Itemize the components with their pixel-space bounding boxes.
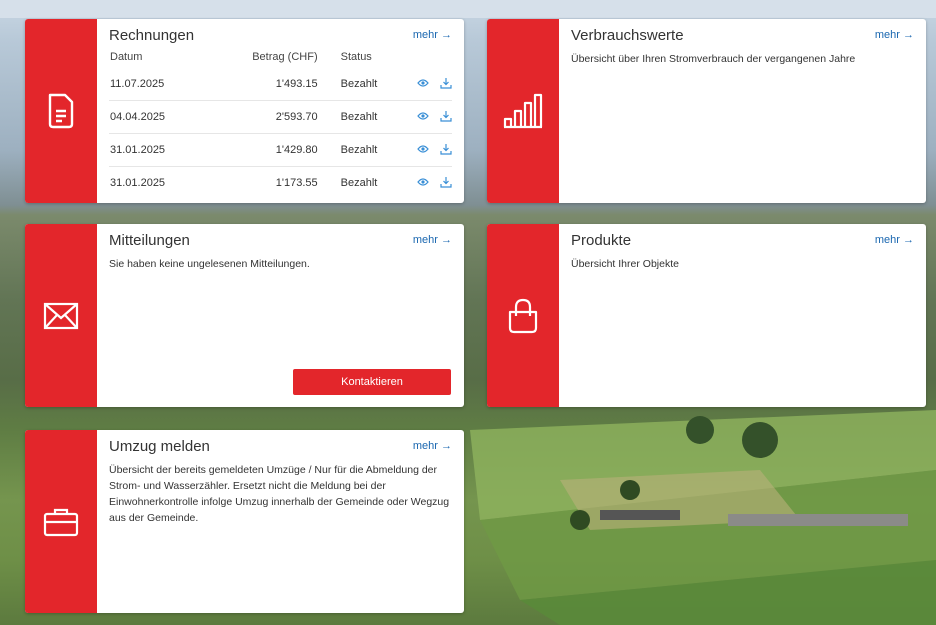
invoice-actions — [401, 133, 452, 167]
verbrauchswerte-card: Verbrauchswerte mehr → Übersicht über Ih… — [487, 19, 926, 203]
mitteilungen-card: Mitteilungen mehr → Sie haben keine unge… — [25, 224, 464, 407]
eye-icon[interactable] — [417, 144, 429, 157]
column-status: Status — [340, 51, 372, 63]
invoice-actions — [401, 100, 452, 134]
umzug-sidebar — [25, 430, 97, 613]
invoice-status: Bezahlt — [339, 68, 401, 101]
eye-icon[interactable] — [417, 177, 429, 190]
umzug-title: Umzug melden — [109, 437, 210, 455]
produkte-title: Produkte — [571, 231, 632, 249]
download-icon[interactable] — [440, 143, 452, 158]
rechnungen-content: Rechnungen mehr → Datum Betrag (CHF) Sta… — [97, 19, 464, 203]
mitteilungen-sidebar — [25, 224, 97, 407]
invoice-actions — [401, 68, 452, 101]
invoice-date: 11.07.2025 — [109, 68, 200, 101]
column-betrag: Betrag (CHF) — [252, 51, 318, 63]
invoice-amount: 1'429.80 — [199, 133, 340, 167]
mitteilungen-more-link[interactable]: mehr → — [413, 234, 452, 246]
mitteilungen-title: Mitteilungen — [109, 231, 190, 249]
download-icon[interactable] — [440, 176, 452, 191]
eye-icon[interactable] — [417, 78, 429, 91]
document-icon — [48, 93, 74, 129]
produkte-description: Übersicht Ihrer Objekte — [571, 258, 679, 270]
rechnungen-card: Rechnungen mehr → Datum Betrag (CHF) Sta… — [25, 19, 464, 203]
invoice-date: 31.01.2025 — [110, 177, 166, 189]
table-row: 31.01.2025 1'173.55 Bezahlt — [109, 167, 452, 200]
rechnungen-title: Rechnungen — [109, 26, 195, 44]
umzug-content: Umzug melden mehr → Übersicht der bereit… — [97, 430, 464, 613]
rechnungen-sidebar — [25, 19, 97, 203]
verbrauchswerte-title: Verbrauchswerte — [571, 26, 684, 44]
mitteilungen-content: Mitteilungen mehr → Sie haben keine unge… — [97, 224, 464, 407]
bar-chart-icon — [503, 93, 543, 129]
invoice-status: Bezahlt — [340, 177, 378, 189]
column-datum: Datum — [110, 51, 143, 63]
umzug-description: Übersicht der bereits gemeldeten Umzüge … — [109, 464, 450, 524]
invoice-actions — [401, 167, 452, 200]
invoice-status: Bezahlt — [339, 100, 401, 134]
invoice-amount: 1'493.15 — [199, 68, 340, 101]
verbrauchswerte-more-link[interactable]: mehr → — [875, 29, 914, 41]
table-row: 04.04.2025 2'593.70 Bezahlt — [109, 100, 452, 134]
column-actions — [401, 46, 452, 68]
invoices-table: Datum Betrag (CHF) Status 11.07.2025 1'4… — [109, 46, 452, 199]
mitteilungen-description: Sie haben keine ungelesenen Mitteilungen… — [109, 258, 310, 270]
produkte-content: Produkte mehr → Übersicht Ihrer Objekte — [559, 224, 926, 407]
umzug-more-link[interactable]: mehr → — [413, 440, 452, 452]
download-icon[interactable] — [440, 110, 452, 125]
invoice-date: 31.01.2025 — [109, 133, 200, 167]
shopping-bag-icon — [508, 298, 538, 333]
produkte-more-link[interactable]: mehr → — [875, 234, 914, 246]
produkte-card: Produkte mehr → Übersicht Ihrer Objekte — [487, 224, 926, 407]
briefcase-icon — [43, 508, 79, 536]
invoice-status: Bezahlt — [339, 133, 401, 167]
verbrauchswerte-description: Übersicht über Ihren Stromverbrauch der … — [571, 53, 856, 65]
table-row: 11.07.2025 1'493.15 Bezahlt — [109, 68, 452, 101]
table-row: 31.01.2025 1'429.80 Bezahlt — [109, 133, 452, 167]
invoice-amount: 1'173.55 — [275, 177, 318, 189]
invoice-amount: 2'593.70 — [199, 100, 340, 134]
rechnungen-more-link[interactable]: mehr → — [413, 29, 452, 41]
eye-icon[interactable] — [417, 111, 429, 124]
kontaktieren-button[interactable]: Kontaktieren — [293, 369, 451, 395]
download-icon[interactable] — [440, 77, 452, 92]
verbrauchswerte-content: Verbrauchswerte mehr → Übersicht über Ih… — [559, 19, 926, 203]
produkte-sidebar — [487, 224, 559, 407]
umzug-card: Umzug melden mehr → Übersicht der bereit… — [25, 430, 464, 613]
invoice-date: 04.04.2025 — [109, 100, 200, 134]
envelope-icon — [43, 302, 79, 329]
verbrauchswerte-sidebar — [487, 19, 559, 203]
